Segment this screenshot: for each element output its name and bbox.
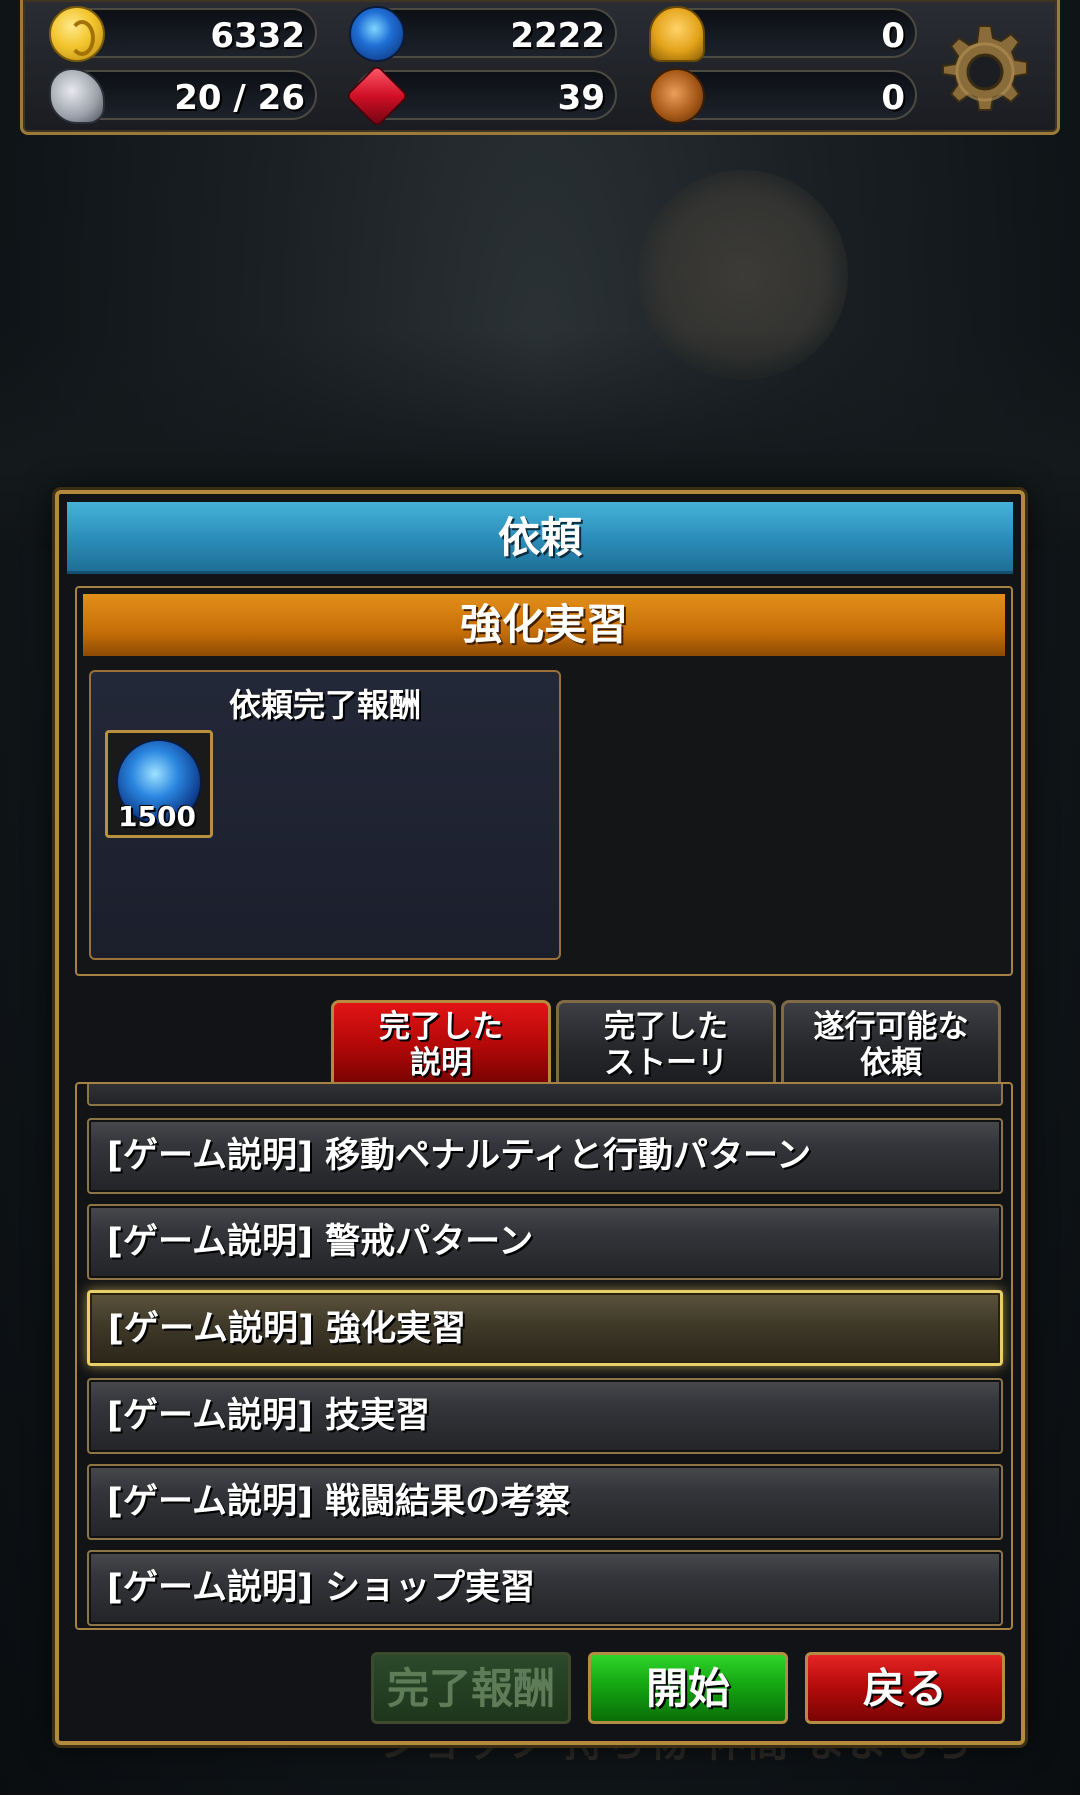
orb-counter: 2222 <box>349 6 617 62</box>
reward-title: 依頼完了報酬 <box>228 686 421 724</box>
orb-value: 2222 <box>510 16 605 56</box>
tab-label: 完了した ストーリ <box>604 1009 728 1081</box>
list-item[interactable]: [ゲーム説明] 警戒パターン <box>87 1204 1003 1280</box>
tab-label: 遂行可能な 依頼 <box>813 1009 969 1081</box>
list-item[interactable]: [ゲーム説明] 戦闘結果の考察 <box>87 1464 1003 1540</box>
medal-value: 0 <box>881 16 905 56</box>
medal-icon <box>649 6 705 62</box>
bag-counter: 0 <box>649 68 917 124</box>
bag-value: 0 <box>881 78 905 118</box>
reward-panel: 依頼完了報酬 1500 <box>89 670 561 960</box>
ruby-value: 39 <box>557 78 605 118</box>
tab-completed-tutorials[interactable]: 完了した 説明 <box>331 1000 551 1082</box>
quest-dialog: 依頼 強化実習 依頼完了報酬 1500 完了した 説明 完了した ストーリ 遂行… <box>55 490 1025 1745</box>
top-hud: 6332 2222 0 20 / 26 39 0 <box>20 0 1060 135</box>
tab-completed-story[interactable]: 完了した ストーリ <box>556 1000 776 1082</box>
bag-icon <box>649 68 705 124</box>
tab-available-quests[interactable]: 遂行可能な 依頼 <box>781 1000 1001 1082</box>
list-item[interactable]: [ゲーム説明] ショップ実習 <box>87 1550 1003 1626</box>
coin-icon <box>49 6 105 62</box>
gear-icon[interactable] <box>935 22 1035 122</box>
ruby-icon <box>345 64 409 128</box>
start-button[interactable]: 開始 <box>588 1652 788 1724</box>
list-item-selected[interactable]: [ゲーム説明] 強化実習 <box>87 1290 1003 1366</box>
stamina-value: 20 / 26 <box>174 78 305 118</box>
quest-name: 強化実習 <box>83 594 1005 656</box>
gold-value: 6332 <box>210 16 305 56</box>
completion-reward-button[interactable]: 完了報酬 <box>371 1652 571 1724</box>
back-button[interactable]: 戻る <box>805 1652 1005 1724</box>
stamina-counter: 20 / 26 <box>49 68 317 124</box>
list-item[interactable]: [ゲーム説明] 技実習 <box>87 1378 1003 1454</box>
gold-counter: 6332 <box>49 6 317 62</box>
list-item[interactable]: [ゲーム説明] 移動ペナルティと行動パターン <box>87 1118 1003 1194</box>
medal-counter: 0 <box>649 6 917 62</box>
dialog-title: 依頼 <box>67 502 1013 574</box>
orb-icon <box>349 6 405 62</box>
quest-detail: 強化実習 依頼完了報酬 1500 <box>75 586 1013 976</box>
reward-count: 1500 <box>118 800 196 833</box>
reward-item[interactable]: 1500 <box>105 730 213 838</box>
wing-icon <box>49 68 105 124</box>
tab-label: 完了した 説明 <box>379 1009 503 1081</box>
ruby-counter: 39 <box>345 64 617 128</box>
list-item[interactable] <box>87 1084 1003 1106</box>
quest-list[interactable]: [ゲーム説明] 移動ペナルティと行動パターン [ゲーム説明] 警戒パターン [ゲ… <box>75 1082 1013 1630</box>
